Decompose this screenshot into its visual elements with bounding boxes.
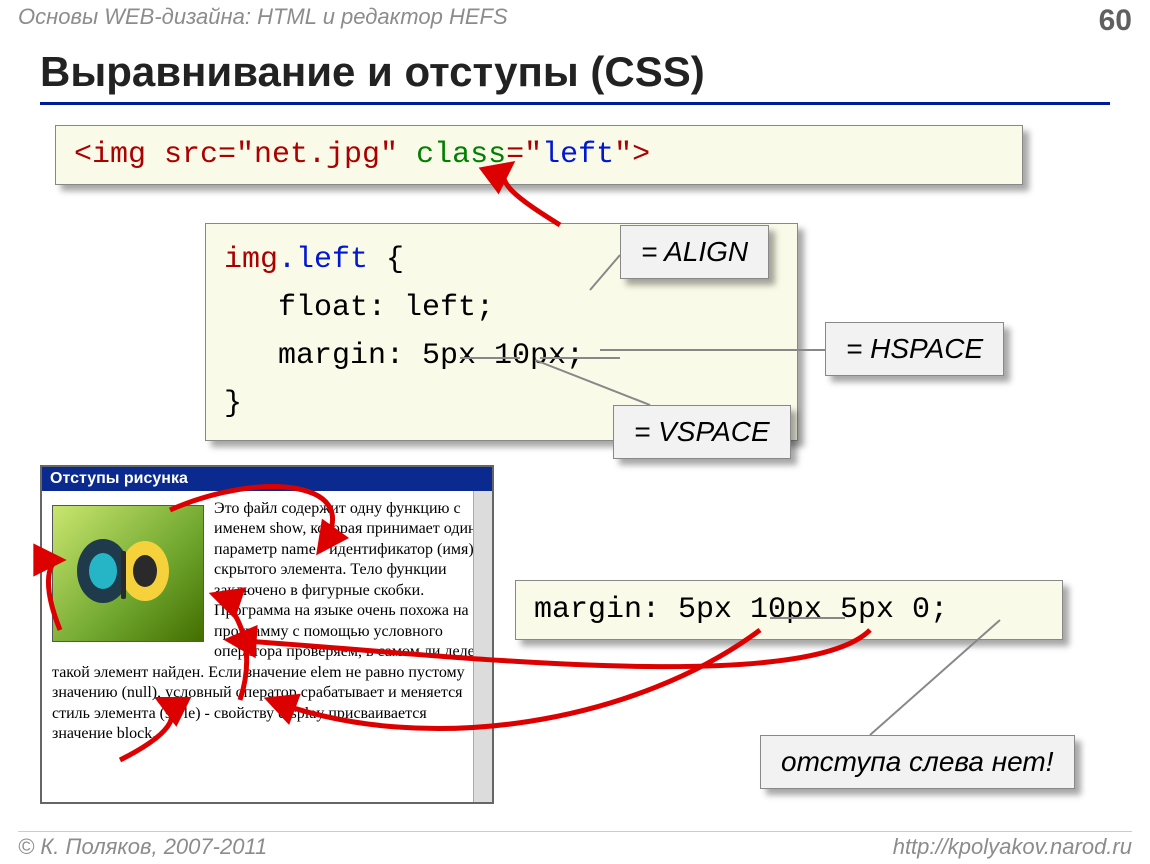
slide-footer: © К. Поляков, 2007-2011 http://kpolyakov… (18, 831, 1132, 860)
sample-image (52, 505, 204, 642)
slide-title: Выравнивание и отступы (CSS) (40, 48, 1110, 105)
sample-window-title: Отступы рисунка (42, 467, 492, 491)
footer-url: http://kpolyakov.narod.ru (893, 834, 1132, 860)
code2-l1c: { (368, 243, 404, 277)
code2-l1a: img (224, 243, 278, 277)
callout-hspace: = HSPACE (825, 322, 1004, 376)
code1-p2: class (416, 138, 506, 172)
page-number: 60 (1099, 4, 1132, 38)
code2-l2: float: left; (224, 291, 494, 325)
sample-window-body: Это файл содержит одну функцию с именем … (42, 491, 492, 755)
code2-l3: margin: 5px 10px; (224, 339, 584, 373)
code1-p5: "> (614, 138, 650, 172)
code-margin-full: margin: 5px 10px 5px 0; (515, 580, 1063, 640)
callout-align: = ALIGN (620, 225, 769, 279)
code2-l4: } (224, 387, 242, 421)
callout-vspace: = VSPACE (613, 405, 791, 459)
code2-l1b: .left (278, 243, 368, 277)
callout-no-left-margin: отступа слева нет! (760, 735, 1075, 789)
course-title: Основы WEB-дизайна: HTML и редактор HEFS (18, 4, 508, 38)
slide-header: Основы WEB-дизайна: HTML и редактор HEFS… (18, 4, 1132, 38)
code1-p3: =" (506, 138, 542, 172)
code1-p4: left (542, 138, 614, 172)
sample-window: Отступы рисунка Это файл содержит одну ф… (40, 465, 494, 804)
code1-p1: <img src="net.jpg" (74, 138, 416, 172)
code-img-tag: <img src="net.jpg" class="left"> (55, 125, 1023, 185)
copyright: © К. Поляков, 2007-2011 (18, 834, 267, 860)
butterfly-icon (73, 531, 173, 621)
scrollbar[interactable] (473, 491, 492, 802)
